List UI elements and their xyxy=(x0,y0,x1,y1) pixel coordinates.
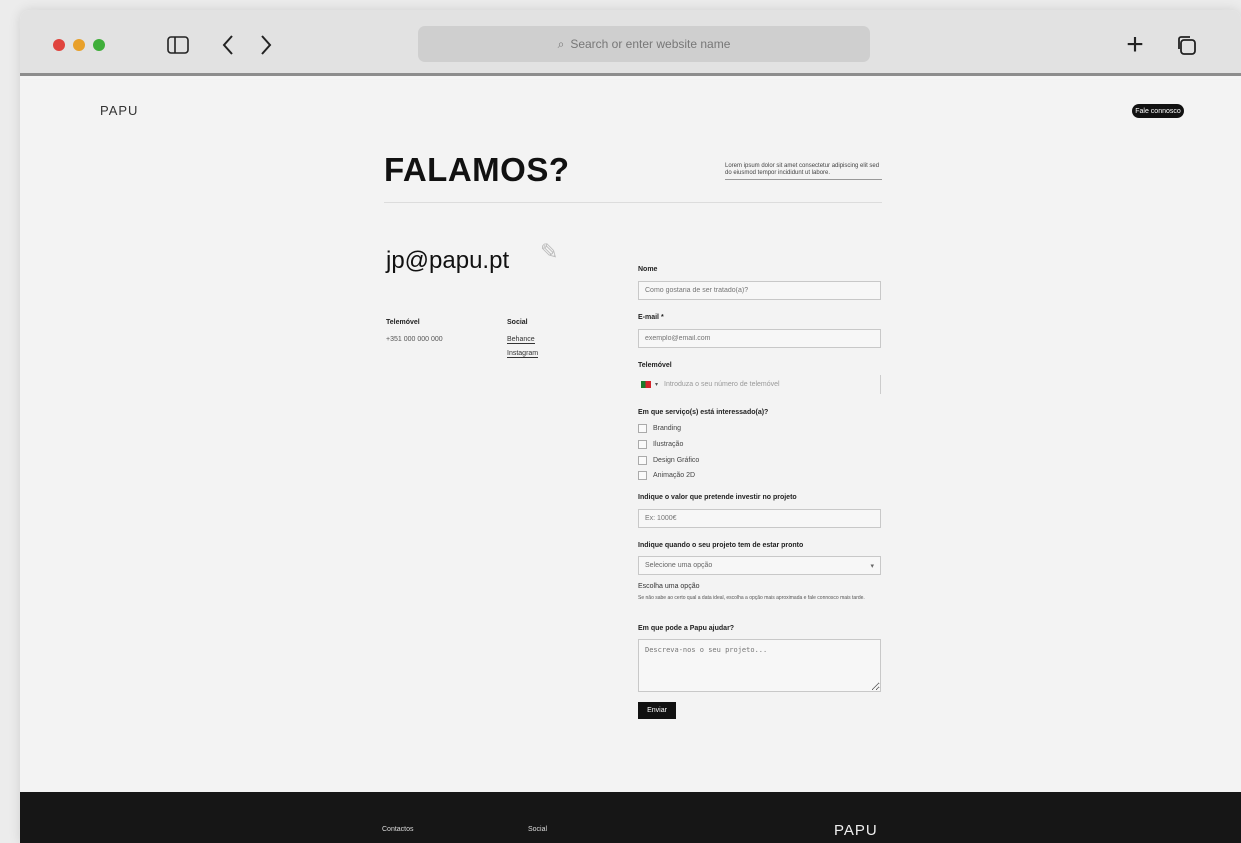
checkbox-icon[interactable] xyxy=(638,471,647,480)
budget-input[interactable] xyxy=(638,509,881,528)
email-label: E-mail * xyxy=(638,314,664,321)
option-label: Branding xyxy=(653,425,682,432)
deadline-select-value: Selecione uma opção xyxy=(645,562,713,569)
deadline-note-text: Se não sabe ao certo qual a data ideal, … xyxy=(638,595,865,601)
option-checkbox[interactable]: Design Gráfico xyxy=(638,456,699,465)
tab-overview-icon[interactable] xyxy=(1172,32,1200,58)
social-link-behance[interactable]: Behance xyxy=(507,336,535,344)
footer-contacts-label: Contactos xyxy=(382,826,414,833)
sidebar-toggle-icon[interactable] xyxy=(166,32,190,58)
name-input[interactable] xyxy=(638,281,881,300)
browser-toolbar: ⌕ Search or enter website name + xyxy=(20,10,1241,76)
submit-button[interactable]: Enviar xyxy=(638,702,676,719)
forward-icon[interactable] xyxy=(256,32,276,58)
close-window-button[interactable] xyxy=(53,39,65,51)
email-input[interactable] xyxy=(638,329,881,348)
site-footer: Contactos Social PAPU xyxy=(20,792,1241,843)
chevron-down-icon: ▾ xyxy=(870,563,874,570)
option-checkbox[interactable]: Animação 2D xyxy=(638,471,695,480)
phone-column-label: Telemóvel xyxy=(386,319,420,326)
minimize-window-button[interactable] xyxy=(73,39,85,51)
deadline-note-title: Escolha uma opção xyxy=(638,583,700,590)
option-label: Ilustração xyxy=(653,441,684,448)
portugal-flag-icon[interactable] xyxy=(641,381,651,388)
option-checkbox[interactable]: Ilustração xyxy=(638,440,683,449)
footer-logo[interactable]: PAPU xyxy=(834,822,878,839)
interest-label: Em que serviço(s) está interessado(a)? xyxy=(638,409,769,416)
phone-label: Telemóvel xyxy=(638,362,672,369)
deadline-label: Indique quando o seu projeto tem de esta… xyxy=(638,542,804,549)
message-label: Em que pode a Papu ajudar? xyxy=(638,625,735,632)
chevron-down-icon[interactable]: ▾ xyxy=(655,381,658,388)
phone-column-value: +351 000 000 000 xyxy=(386,336,443,343)
address-bar[interactable]: ⌕ Search or enter website name xyxy=(418,26,870,62)
browser-window: ⌕ Search or enter website name + PAPU Fa… xyxy=(20,10,1241,843)
search-icon: ⌕ xyxy=(557,36,565,51)
new-tab-icon[interactable]: + xyxy=(1122,28,1148,61)
option-label: Animação 2D xyxy=(653,472,696,479)
pencil-icon: ✎ xyxy=(540,239,559,264)
site-logo[interactable]: PAPU xyxy=(100,103,138,118)
message-textarea[interactable] xyxy=(638,639,881,692)
phone-input[interactable]: ▾ Introduza o seu número de telemóvel xyxy=(638,375,881,394)
maximize-window-button[interactable] xyxy=(93,39,105,51)
page-title: FALAMOS? xyxy=(384,151,570,188)
checkbox-icon[interactable] xyxy=(638,440,647,449)
contact-email[interactable]: jp@papu.pt xyxy=(386,247,509,275)
footer-social-label: Social xyxy=(528,826,548,833)
option-checkbox[interactable]: Branding xyxy=(638,424,681,433)
deadline-select[interactable]: Selecione uma opção ▾ xyxy=(638,556,881,575)
back-icon[interactable] xyxy=(218,32,238,58)
option-label: Design Gráfico xyxy=(653,457,700,464)
social-link-instagram[interactable]: Instagram xyxy=(507,350,539,358)
name-label: Nome xyxy=(638,266,658,273)
intro-text: Lorem ipsum dolor sit amet consectetur a… xyxy=(725,163,882,180)
budget-label: Indique o valor que pretende investir no… xyxy=(638,494,797,501)
social-column-label: Social xyxy=(507,319,528,326)
phone-placeholder: Introduza o seu número de telemóvel xyxy=(664,381,780,388)
address-bar-placeholder: Search or enter website name xyxy=(570,37,731,51)
checkbox-icon[interactable] xyxy=(638,424,647,433)
web-page: PAPU Fale connosco FALAMOS? Lorem ipsum … xyxy=(20,79,1241,792)
header-cta-button[interactable]: Fale connosco xyxy=(1132,104,1184,118)
checkbox-icon[interactable] xyxy=(638,456,647,465)
divider xyxy=(384,202,882,203)
